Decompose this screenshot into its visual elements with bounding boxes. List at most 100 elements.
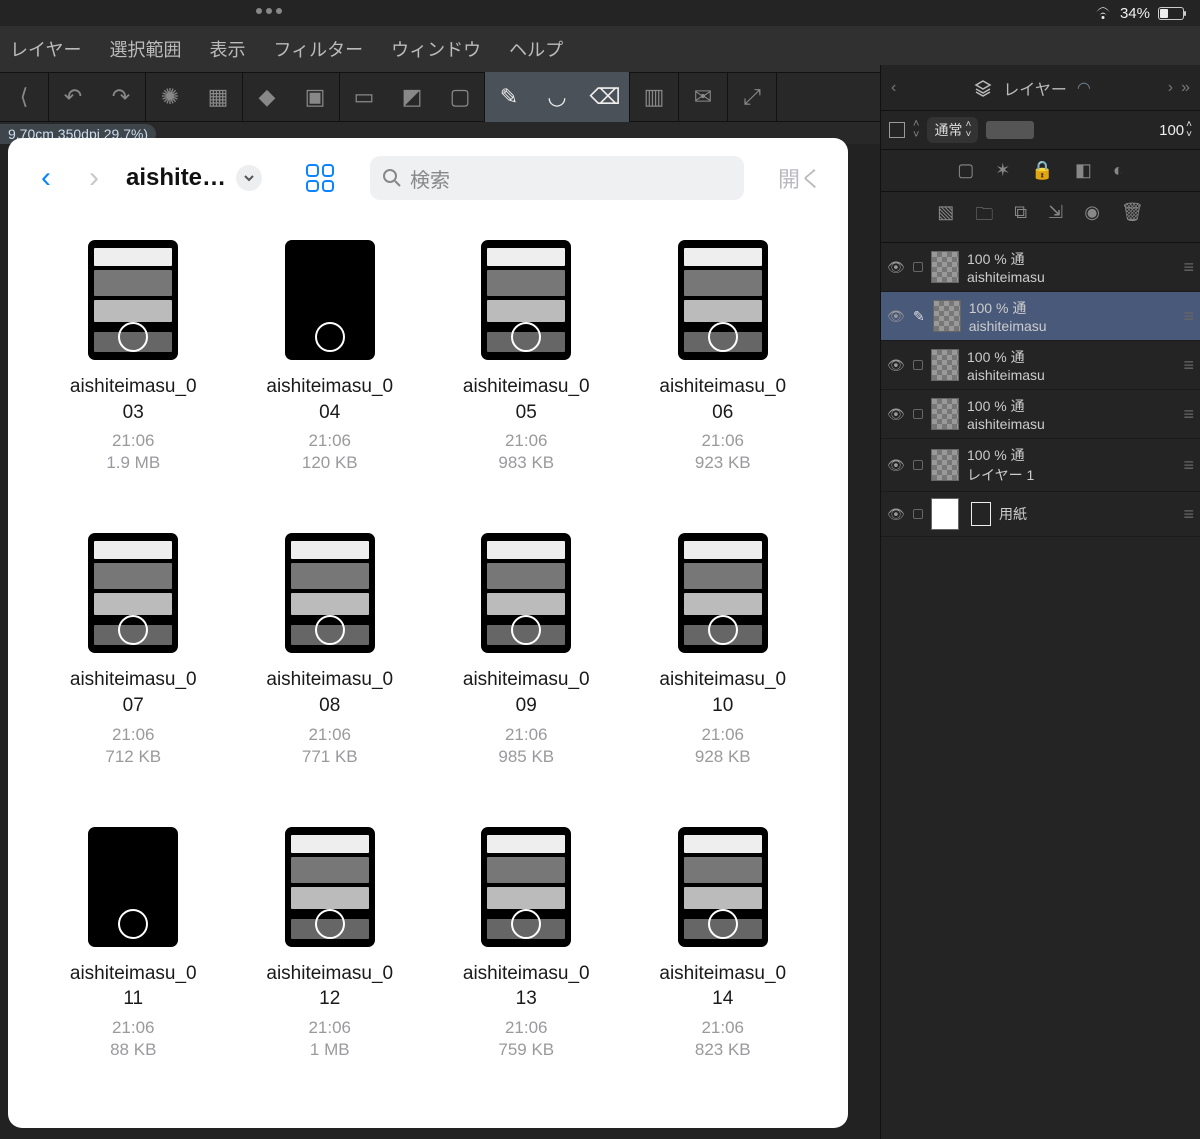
layer-row[interactable]: 👁用紙≡	[881, 492, 1200, 537]
lock-icon[interactable]: 🔒	[1031, 160, 1053, 181]
layer-row[interactable]: 👁100 % 通aishiteimasu≡	[881, 243, 1200, 292]
open-button[interactable]: 開く	[760, 162, 826, 194]
visibility-eye-icon[interactable]: 👁	[887, 457, 905, 474]
file-picker: ‹ › aishite… 検索 開く aishiteimasu_00321:06…	[8, 138, 848, 1128]
menu-window[interactable]: ウィンドウ	[391, 36, 481, 62]
menu-view[interactable]: 表示	[209, 36, 245, 62]
layer-row[interactable]: 👁✎100 % 通aishiteimasu≡	[881, 292, 1200, 341]
transfer-icon[interactable]: ⇲	[1048, 202, 1063, 232]
menu-filter[interactable]: フィルター	[273, 36, 363, 62]
file-item[interactable]: aishiteimasu_01021:06928 KB	[628, 533, 819, 816]
layer-row[interactable]: 👁100 % 通レイヤー 1≡	[881, 439, 1200, 492]
file-item[interactable]: aishiteimasu_00521:06983 KB	[431, 240, 622, 523]
bounds-icon[interactable]: ▢	[436, 72, 484, 122]
multitask-dots[interactable]	[256, 8, 282, 14]
drag-handle-icon[interactable]: ≡	[1183, 355, 1194, 376]
layer-row[interactable]: 👁 100 % 通aishiteimasu ≡	[881, 390, 1200, 439]
layer-row[interactable]: 👁100 % 通aishiteimasu≡	[881, 341, 1200, 390]
drag-handle-icon[interactable]: ≡	[1183, 455, 1194, 476]
layer-checkbox[interactable]	[913, 460, 923, 470]
select-area-icon[interactable]: ▢	[957, 160, 974, 181]
opacity-stepper-icon[interactable]: ˄˅	[1186, 120, 1192, 140]
loading-icon[interactable]: ✺	[146, 72, 194, 122]
layer-name: aishiteimasu	[967, 416, 1175, 432]
nav-forward-button[interactable]: ›	[78, 161, 110, 195]
pen-icon[interactable]: ✎	[485, 72, 533, 122]
visibility-eye-icon[interactable]: 👁	[887, 506, 905, 523]
ruler-icon[interactable]: ▥	[630, 72, 678, 122]
file-item[interactable]: aishiteimasu_00821:06771 KB	[235, 533, 426, 816]
delete-layer-icon[interactable]: 🗑	[1121, 202, 1144, 232]
expand-icon[interactable]: ⤢	[728, 72, 776, 122]
nav-back-button[interactable]: ‹	[30, 161, 62, 195]
redo-icon[interactable]: ↷	[97, 72, 145, 122]
merge-icon[interactable]: ◉	[1084, 202, 1100, 232]
new-folder-icon[interactable]: 🗀	[975, 202, 993, 232]
mask-icon[interactable]: ◧	[1075, 160, 1092, 181]
drag-handle-icon[interactable]: ≡	[1183, 504, 1194, 525]
file-item[interactable]: aishiteimasu_00921:06985 KB	[431, 533, 622, 816]
visibility-eye-icon[interactable]: 👁	[887, 406, 905, 423]
balloon-icon[interactable]: ✉	[679, 72, 727, 122]
lasso-tab-icon[interactable]: ◠	[1077, 78, 1091, 98]
bucket-icon[interactable]: ◆	[243, 72, 291, 122]
layers-tab-label[interactable]: レイヤー	[1003, 76, 1067, 100]
home-icon[interactable]: ⟨	[0, 72, 48, 122]
grid-view-icon[interactable]	[306, 164, 334, 192]
rect-toggle-icon[interactable]	[889, 122, 905, 138]
file-item[interactable]: aishiteimasu_01221:061 MB	[235, 827, 426, 1110]
panel-more-icon[interactable]: »	[1181, 79, 1190, 97]
menu-selection[interactable]: 選択範囲	[109, 36, 181, 62]
visibility-eye-icon[interactable]: 👁	[887, 308, 905, 325]
layer-checkbox[interactable]	[913, 409, 923, 419]
panel-next-icon[interactable]: ›	[1168, 79, 1173, 97]
panel-prev-icon[interactable]: ‹	[891, 79, 896, 97]
crop-icon[interactable]: ▣	[291, 72, 339, 122]
selection-circle-icon[interactable]	[315, 615, 345, 645]
layer-checkbox[interactable]	[913, 360, 923, 370]
file-item[interactable]: aishiteimasu_00421:06120 KB	[235, 240, 426, 523]
menu-help[interactable]: ヘルプ	[509, 36, 563, 62]
select-rect-icon[interactable]: ▭	[340, 72, 388, 122]
light-icon[interactable]: ✶	[995, 160, 1010, 181]
folder-dropdown-icon[interactable]	[236, 165, 262, 191]
layer-name: aishiteimasu	[967, 367, 1175, 383]
file-thumbnail	[481, 827, 571, 947]
selection-circle-icon[interactable]	[511, 909, 541, 939]
selection-circle-icon[interactable]	[315, 909, 345, 939]
file-item[interactable]: aishiteimasu_00321:061.9 MB	[38, 240, 229, 523]
rect-stepper-icon[interactable]: ˄˅	[913, 119, 919, 141]
new-layer-icon[interactable]: ▧	[937, 202, 954, 232]
layer-opacity-blend: 100 % 通	[967, 396, 1175, 416]
drag-handle-icon[interactable]: ≡	[1183, 306, 1194, 327]
visibility-eye-icon[interactable]: 👁	[887, 259, 905, 276]
eraser-icon[interactable]: ⌫	[581, 72, 629, 122]
file-item[interactable]: aishiteimasu_01121:0688 KB	[38, 827, 229, 1110]
undo-icon[interactable]: ↶	[49, 72, 97, 122]
gradient-icon[interactable]: ◩	[388, 72, 436, 122]
search-field[interactable]: 検索	[370, 156, 744, 200]
file-item[interactable]: aishiteimasu_00621:06923 KB	[628, 240, 819, 523]
folder-title-button[interactable]: aishite…	[126, 164, 262, 192]
blend-mode-dropdown[interactable]: 通常 ˄˅	[927, 117, 978, 143]
file-item[interactable]: aishiteimasu_01421:06823 KB	[628, 827, 819, 1110]
selection-circle-icon[interactable]	[708, 909, 738, 939]
opacity-value[interactable]: 100	[1159, 122, 1184, 139]
brush-icon[interactable]: ◡	[533, 72, 581, 122]
thumbnail-strip-icon[interactable]	[986, 121, 1034, 139]
drag-handle-icon[interactable]: ≡	[1183, 404, 1194, 425]
selection-circle-icon[interactable]	[708, 615, 738, 645]
file-item[interactable]: aishiteimasu_01321:06759 KB	[431, 827, 622, 1110]
visibility-eye-icon[interactable]: 👁	[887, 357, 905, 374]
layer-checkbox[interactable]	[913, 509, 923, 519]
selection-circle-icon[interactable]	[118, 909, 148, 939]
menu-layers[interactable]: レイヤー	[10, 36, 81, 62]
selection-circle-icon[interactable]	[315, 322, 345, 352]
layer-checkbox[interactable]	[913, 262, 923, 272]
selection-circle-icon[interactable]	[708, 322, 738, 352]
marquee-icon[interactable]: ▦	[194, 72, 242, 122]
drag-handle-icon[interactable]: ≡	[1183, 257, 1194, 278]
file-item[interactable]: aishiteimasu_00721:06712 KB	[38, 533, 229, 816]
fx-icon[interactable]: ◐	[1113, 160, 1124, 181]
duplicate-icon[interactable]: ⧉	[1014, 202, 1027, 232]
